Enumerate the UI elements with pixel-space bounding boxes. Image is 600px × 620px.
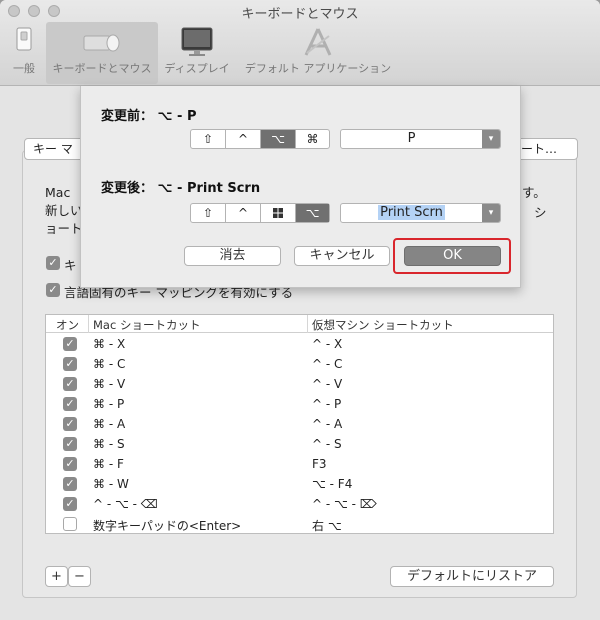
tab-shortcuts[interactable]: ート…	[516, 138, 578, 160]
description-line3-left: ョート	[45, 221, 83, 236]
before-key-value: P	[407, 131, 416, 146]
row-enabled-checkbox[interactable]: ✓	[63, 477, 77, 491]
after-key-value: Print Scrn	[378, 205, 445, 220]
row-mac-shortcut: ⌘ - P	[93, 397, 125, 411]
row-mac-shortcut: ⌘ - A	[93, 417, 126, 431]
row-enabled-checkbox[interactable]: ✓	[63, 417, 77, 431]
row-vm-shortcut: F3	[312, 457, 327, 471]
row-mac-shortcut: 数字キーパッドの<Enter>	[93, 519, 242, 533]
monitor-icon	[179, 26, 215, 61]
description-line1-left: Mac	[45, 185, 71, 200]
row-vm-shortcut: ^ - P	[312, 397, 342, 411]
table-row[interactable]: ✓ ⌘ - F F3	[46, 454, 553, 474]
before-key-select[interactable]: P ▾	[340, 129, 501, 149]
clear-button[interactable]: 消去	[184, 246, 281, 266]
option-key-toggle[interactable]: ⌥	[296, 204, 329, 222]
windows-key-toggle[interactable]	[261, 204, 296, 222]
row-enabled-checkbox[interactable]: ✓	[63, 497, 77, 511]
option1-checkbox[interactable]: ✓	[46, 256, 60, 270]
table-row[interactable]: ✓ ⌘ - V ^ - V	[46, 374, 553, 394]
description-line2-left: 新しい	[45, 203, 83, 218]
after-modifier-keys: ⇧ ^ ⌥	[190, 203, 330, 223]
row-enabled-checkbox[interactable]: ✓	[63, 397, 77, 411]
toolbar-display-label: ディスプレイ	[164, 62, 230, 75]
shortcut-table: オン Mac ショートカット 仮想マシン ショートカット ✓ ⌘ - X ^ -…	[45, 314, 554, 534]
row-mac-shortcut: ⌘ - W	[93, 477, 129, 491]
row-mac-shortcut: ⌘ - S	[93, 437, 125, 451]
row-enabled-checkbox[interactable]	[63, 517, 77, 531]
add-shortcut-button[interactable]: +	[45, 566, 68, 587]
table-header: オン Mac ショートカット 仮想マシン ショートカット	[46, 315, 553, 333]
toolbar-default-apps-label: デフォルト アプリケーション	[244, 62, 392, 75]
window-title: キーボードとマウス	[241, 7, 359, 22]
switch-icon	[15, 26, 33, 55]
row-enabled-checkbox[interactable]: ✓	[63, 357, 77, 371]
header-divider	[88, 315, 89, 333]
row-mac-shortcut: ⌘ - X	[93, 337, 126, 351]
toolbar-general-label: 一般	[13, 62, 35, 75]
chevron-down-icon: ▾	[482, 204, 500, 222]
titlebar: キーボードとマウス 一般 キーボードとマウス ディスプレイ デフォルト アプリケ…	[0, 0, 600, 86]
toolbar-keyboard-mouse-label: キーボードとマウス	[52, 62, 152, 75]
row-vm-shortcut: ^ - C	[312, 357, 343, 371]
before-label: 変更前： ⌥ - P	[101, 109, 197, 124]
control-key-toggle[interactable]: ^	[226, 204, 261, 222]
table-row[interactable]: ✓ ⌘ - P ^ - P	[46, 394, 553, 414]
header-divider	[307, 315, 308, 333]
row-vm-shortcut: ^ - X	[312, 337, 343, 351]
app-store-icon	[301, 26, 335, 61]
preferences-window: キーボードとマウス 一般 キーボードとマウス ディスプレイ デフォルト アプリケ…	[0, 0, 600, 620]
language-mapping-checkbox[interactable]: ✓	[46, 283, 60, 297]
shift-key-toggle[interactable]: ⇧	[191, 130, 226, 148]
toolbar-default-apps[interactable]: デフォルト アプリケーション	[238, 22, 398, 84]
table-row[interactable]: ✓ ^ - ⌥ - ⌫ ^ - ⌥ - ⌦	[46, 494, 553, 514]
row-vm-shortcut: 右 ⌥	[312, 519, 342, 533]
before-modifier-keys: ⇧ ^ ⌥ ⌘	[190, 129, 330, 149]
option1-label: キ	[64, 258, 77, 273]
header-mac-shortcut[interactable]: Mac ショートカット	[93, 317, 200, 333]
row-vm-shortcut: ^ - ⌥ - ⌦	[312, 497, 377, 511]
command-key-toggle[interactable]: ⌘	[296, 130, 329, 148]
keyboard-mouse-icon	[82, 26, 122, 59]
row-mac-shortcut: ^ - ⌥ - ⌫	[93, 497, 158, 511]
after-label: 変更後： ⌥ - Print Scrn	[101, 181, 261, 196]
row-enabled-checkbox[interactable]: ✓	[63, 457, 77, 471]
windows-logo-icon	[273, 207, 283, 221]
row-mac-shortcut: ⌘ - C	[93, 357, 126, 371]
shift-key-toggle[interactable]: ⇧	[191, 204, 226, 222]
row-enabled-checkbox[interactable]: ✓	[63, 437, 77, 451]
toolbar-general[interactable]: 一般	[6, 22, 42, 84]
table-row[interactable]: ✓ ⌘ - W ⌥ - F4	[46, 474, 553, 494]
tab-shortcuts-label: ート…	[521, 142, 558, 156]
header-vm-shortcut[interactable]: 仮想マシン ショートカット	[312, 317, 454, 333]
row-vm-shortcut: ⌥ - F4	[312, 477, 353, 491]
row-vm-shortcut: ^ - A	[312, 417, 343, 431]
table-row[interactable]: 数字キーパッドの<Enter> 右 ⌥	[46, 514, 553, 533]
row-enabled-checkbox[interactable]: ✓	[63, 377, 77, 391]
tab-key-mapping[interactable]: キー マ	[24, 138, 86, 160]
table-row[interactable]: ✓ ⌘ - A ^ - A	[46, 414, 553, 434]
restore-defaults-button[interactable]: デフォルトにリストア	[390, 566, 554, 587]
row-mac-shortcut: ⌘ - V	[93, 377, 126, 391]
table-row[interactable]: ✓ ⌘ - C ^ - C	[46, 354, 553, 374]
table-row[interactable]: ✓ ⌘ - X ^ - X	[46, 334, 553, 354]
toolbar-keyboard-mouse[interactable]: キーボードとマウス	[46, 22, 158, 84]
option-key-toggle[interactable]: ⌥	[261, 130, 296, 148]
description-line2-right: シ	[534, 205, 547, 220]
row-vm-shortcut: ^ - V	[312, 377, 343, 391]
highlight-annotation	[393, 238, 511, 274]
table-row[interactable]: ✓ ⌘ - S ^ - S	[46, 434, 553, 454]
chevron-down-icon: ▾	[482, 130, 500, 148]
tab-key-mapping-label: キー マ	[33, 142, 73, 156]
control-key-toggle[interactable]: ^	[226, 130, 261, 148]
cancel-button[interactable]: キャンセル	[294, 246, 390, 266]
row-enabled-checkbox[interactable]: ✓	[63, 337, 77, 351]
header-on[interactable]: オン	[56, 317, 79, 333]
after-key-select[interactable]: Print Scrn ▾	[340, 203, 501, 223]
description-line1-right: す。	[522, 185, 546, 200]
row-vm-shortcut: ^ - S	[312, 437, 342, 451]
remove-shortcut-button[interactable]: −	[68, 566, 91, 587]
toolbar-display[interactable]: ディスプレイ	[162, 22, 232, 84]
row-mac-shortcut: ⌘ - F	[93, 457, 124, 471]
